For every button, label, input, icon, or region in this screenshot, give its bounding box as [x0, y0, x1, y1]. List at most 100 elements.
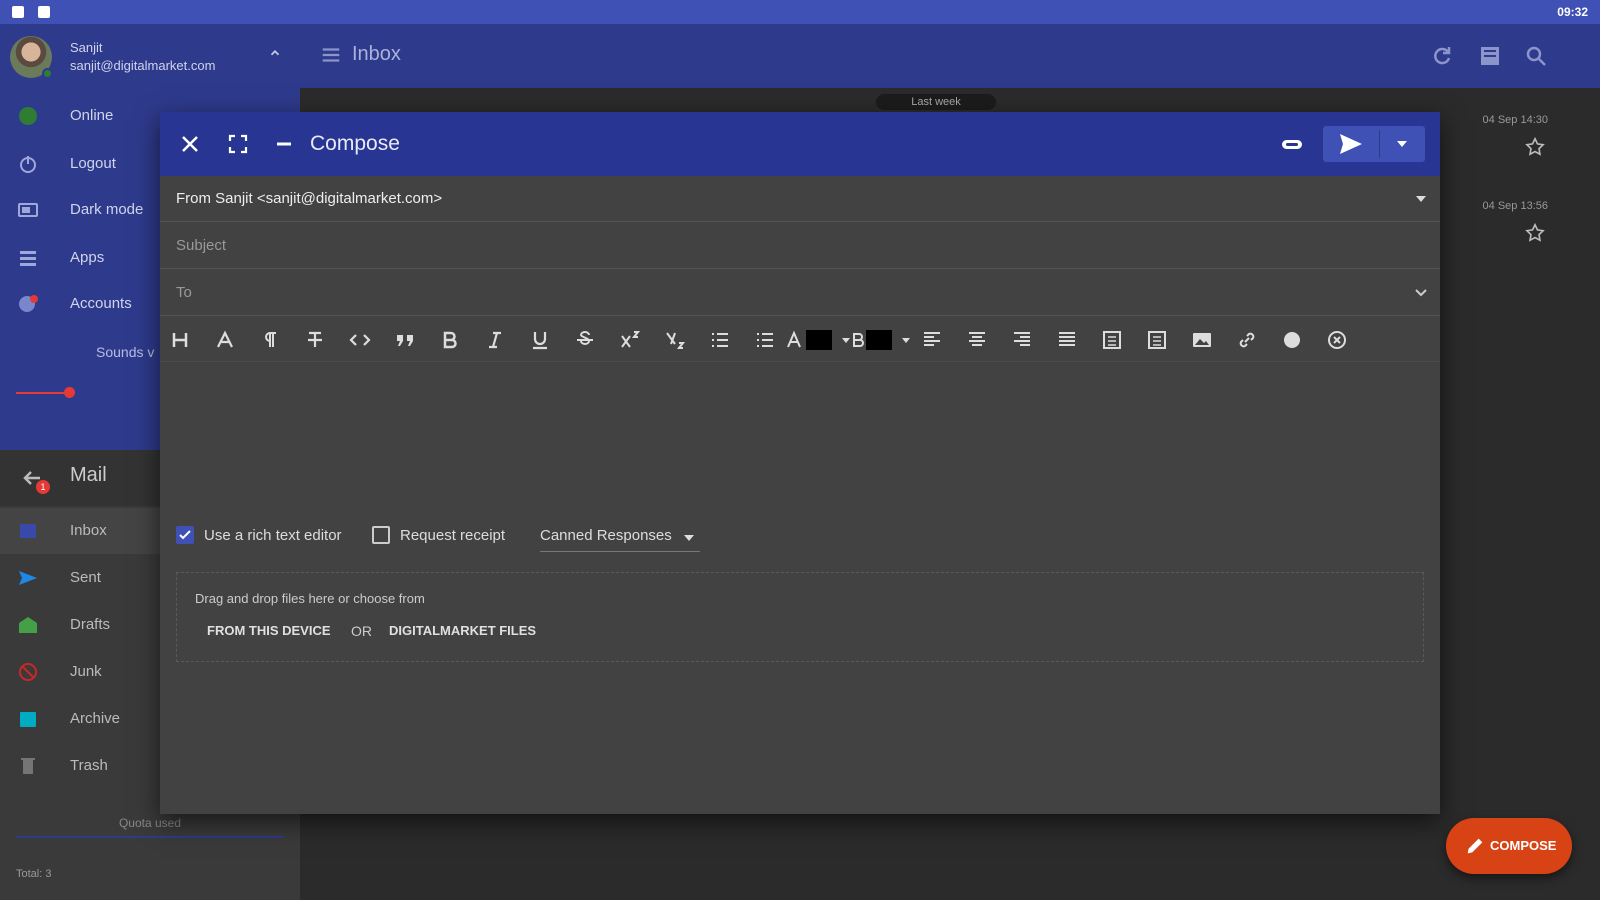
status-time: 09:32 [1557, 5, 1588, 19]
attachment-icon[interactable] [1280, 132, 1304, 156]
junk-icon [19, 663, 37, 681]
message-date: 04 Sep 13:56 [1482, 200, 1548, 212]
justify-icon[interactable] [1055, 328, 1079, 352]
volume-slider-handle[interactable] [64, 387, 75, 398]
compose-header: Compose [160, 112, 1440, 176]
align-center-icon[interactable] [965, 328, 989, 352]
canned-responses-dropdown[interactable]: Canned Responses [540, 524, 700, 552]
inbox-icon [20, 524, 36, 538]
page-title: Inbox [352, 43, 401, 65]
canned-responses-label: Canned Responses [540, 527, 672, 544]
caret-down-icon[interactable] [894, 328, 910, 352]
send-icon [1340, 134, 1362, 154]
mail-badge: 1 [36, 480, 50, 494]
folder-label: Junk [70, 663, 102, 680]
rich-text-checkbox[interactable] [176, 526, 194, 544]
folder-label: Trash [70, 757, 108, 774]
side-item-label: Online [70, 107, 114, 124]
formatting-toolbar [160, 318, 1440, 362]
quota-label: Quota used [118, 816, 182, 830]
clear-format-icon[interactable] [303, 328, 327, 352]
text-color-icon[interactable] [782, 328, 806, 352]
archive-icon [20, 712, 36, 727]
background-color-icon[interactable] [846, 328, 864, 352]
paragraph-icon[interactable] [258, 328, 282, 352]
compose-options: Use a rich text editor Request receipt C… [160, 516, 1440, 556]
attachment-dropzone[interactable]: Drag and drop files here or choose from … [176, 572, 1424, 662]
caret-down-icon[interactable] [834, 328, 850, 352]
align-left-icon[interactable] [920, 328, 944, 352]
to-field[interactable]: To [160, 270, 1440, 316]
total-label: Total: 3 [16, 868, 52, 880]
folder-label: Inbox [70, 522, 107, 539]
from-field[interactable]: From Sanjit <sanjit@digitalmarket.com> [160, 176, 1440, 222]
bold-icon[interactable] [438, 328, 462, 352]
indent-icon[interactable] [1100, 328, 1124, 352]
folder-label: Drafts [70, 616, 111, 633]
send-icon [19, 571, 37, 585]
quota-bar [16, 836, 284, 838]
link-icon[interactable] [1235, 328, 1259, 352]
status-bar: 09:32 [0, 0, 1600, 24]
image-icon[interactable] [1190, 328, 1214, 352]
trash-icon [21, 758, 35, 774]
subscript-icon[interactable] [663, 328, 687, 352]
minimize-icon[interactable] [272, 132, 296, 156]
select-all-icon[interactable] [1478, 44, 1502, 68]
send-options-button[interactable] [1380, 126, 1425, 162]
sounds-label[interactable]: Sounds v [96, 344, 154, 360]
check-icon [179, 530, 191, 540]
message-body-editor[interactable] [160, 362, 1440, 512]
quote-icon[interactable] [393, 328, 417, 352]
message-date: 04 Sep 14:30 [1482, 114, 1548, 126]
digitalmarket-files-button[interactable]: DIGITALMARKET FILES [389, 623, 536, 638]
italic-icon[interactable] [483, 328, 507, 352]
numbered-list-icon[interactable] [753, 328, 777, 352]
star-icon[interactable] [1524, 222, 1546, 244]
text-color-swatch[interactable] [806, 330, 832, 350]
code-icon[interactable] [348, 328, 372, 352]
bulleted-list-icon[interactable] [708, 328, 732, 352]
remove-format-icon[interactable] [1325, 328, 1349, 352]
drafts-icon [19, 617, 37, 633]
dropzone-text: Drag and drop files here or choose from [195, 591, 425, 606]
star-icon[interactable] [1524, 136, 1546, 158]
caret-down-icon[interactable] [1414, 192, 1428, 206]
notification-icon [38, 6, 50, 18]
close-icon[interactable] [178, 132, 202, 156]
strikethrough-icon[interactable] [573, 328, 597, 352]
refresh-icon[interactable] [1430, 44, 1454, 68]
font-icon[interactable] [213, 328, 237, 352]
underline-icon[interactable] [528, 328, 552, 352]
folder-label: Archive [70, 710, 121, 727]
request-receipt-label[interactable]: Request receipt [400, 527, 505, 544]
from-value: From Sanjit <sanjit@digitalmarket.com> [176, 190, 443, 207]
request-receipt-checkbox[interactable] [372, 526, 390, 544]
compose-fab[interactable]: COMPOSE [1446, 818, 1572, 874]
apps-icon [20, 251, 36, 266]
outdent-icon[interactable] [1145, 328, 1169, 352]
heading-icon[interactable] [168, 328, 192, 352]
background-color-swatch[interactable] [866, 330, 892, 350]
rich-text-label[interactable]: Use a rich text editor [204, 527, 342, 544]
chevron-up-icon[interactable] [268, 46, 282, 60]
from-device-button[interactable]: FROM THIS DEVICE [207, 623, 331, 638]
fullscreen-icon[interactable] [226, 132, 250, 156]
compose-fab-label: COMPOSE [1490, 838, 1557, 853]
side-item-label: Dark mode [70, 201, 144, 218]
subject-input[interactable]: Subject [176, 237, 226, 254]
online-status-icon [19, 107, 37, 125]
online-dot-icon [42, 68, 53, 79]
subject-field[interactable]: Subject [160, 223, 1440, 269]
power-icon [20, 156, 36, 173]
align-right-icon[interactable] [1010, 328, 1034, 352]
send-button[interactable] [1323, 126, 1379, 162]
to-input[interactable]: To [176, 284, 192, 301]
search-icon[interactable] [1524, 44, 1548, 68]
superscript-icon[interactable] [618, 328, 642, 352]
side-item-label: Apps [70, 249, 105, 266]
chevron-down-icon[interactable] [1414, 286, 1428, 300]
side-item-label: Accounts [70, 295, 132, 312]
emoji-icon[interactable] [1280, 328, 1304, 352]
menu-icon[interactable] [320, 44, 342, 66]
